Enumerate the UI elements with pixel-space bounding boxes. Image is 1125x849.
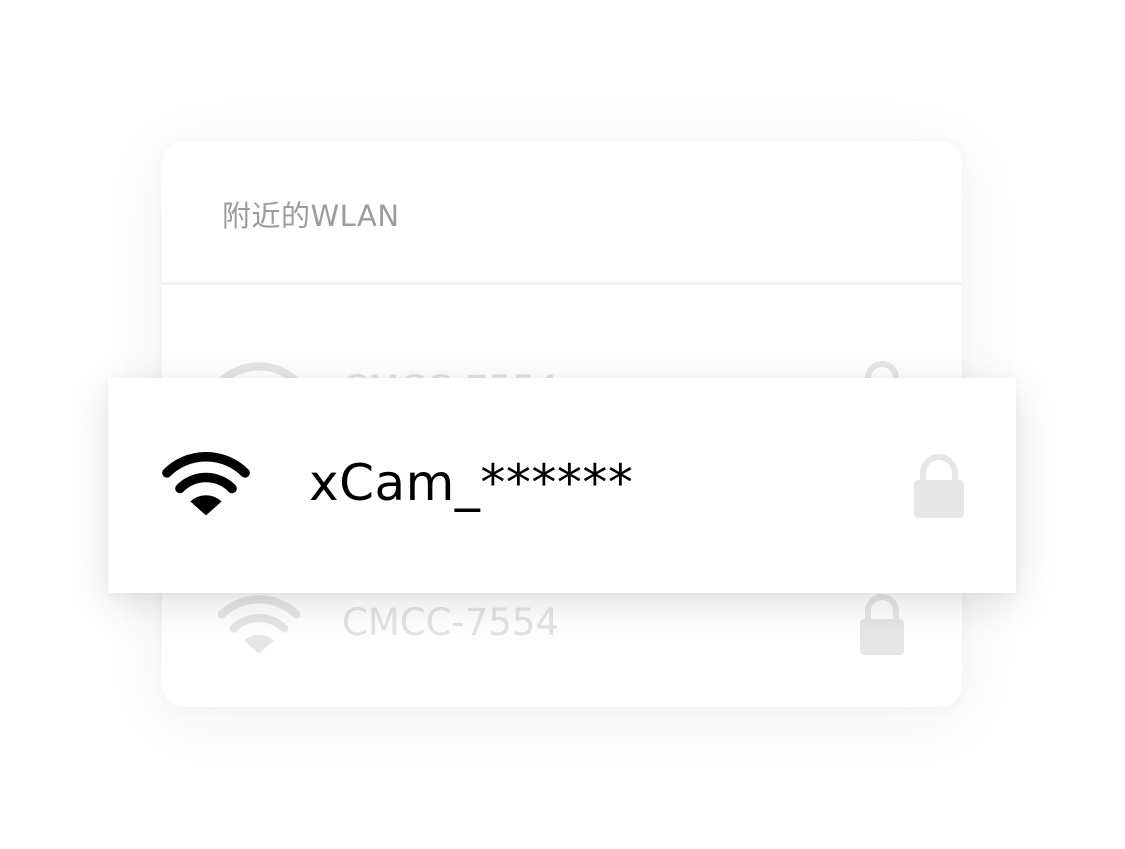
wifi-network-name: CMCC-7554 [342, 601, 559, 644]
lock-icon [914, 454, 964, 518]
wifi-icon [218, 595, 300, 654]
selected-wifi-row[interactable]: xCam_****** [108, 378, 1016, 593]
wifi-list-title: 附近的WLAN [222, 199, 400, 233]
wifi-icon [162, 452, 250, 516]
selected-wifi-name: xCam_****** [309, 454, 634, 512]
lock-icon [860, 594, 904, 655]
wifi-list-header: 附近的WLAN [162, 141, 962, 285]
wifi-network-row[interactable]: CMCC-7554 [162, 581, 962, 671]
wifi-list-stage: 附近的WLAN CMCC-7554 CMCC-7554 [0, 0, 1125, 849]
